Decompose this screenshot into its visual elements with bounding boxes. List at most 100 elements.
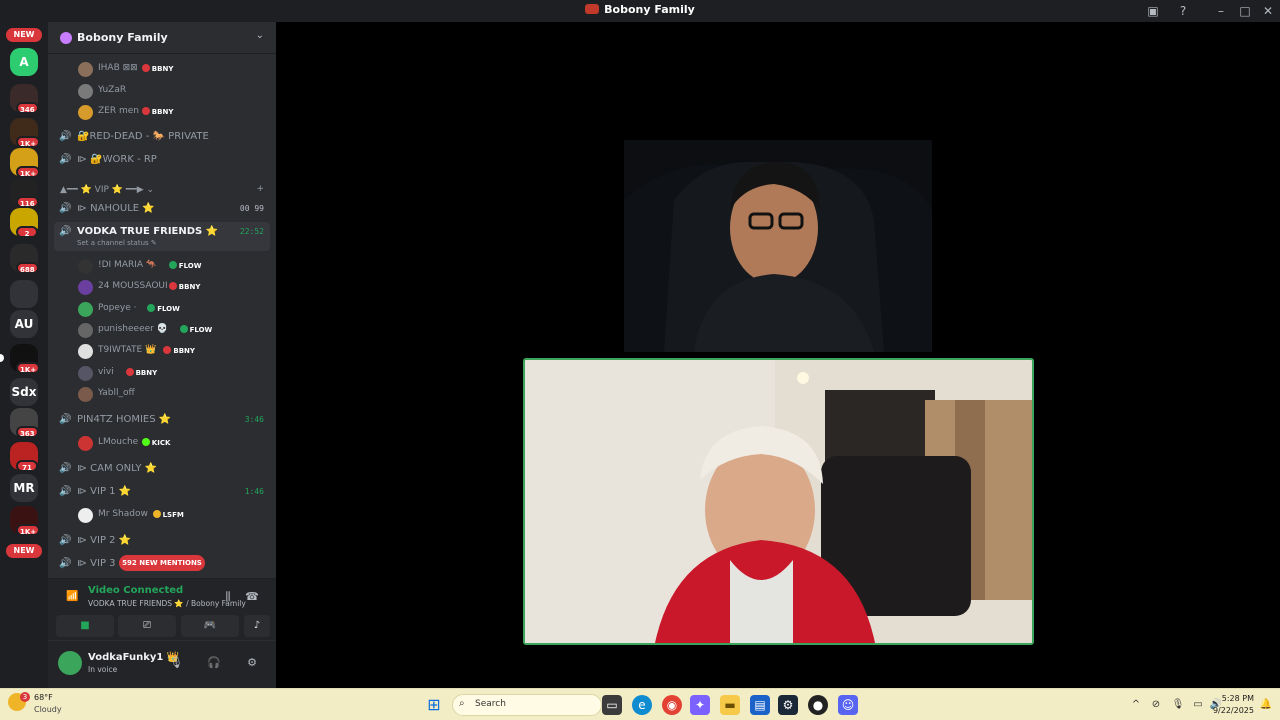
speaker-icon: 🔊 (59, 535, 72, 546)
screen-share-icon[interactable]: ▣ (1144, 2, 1162, 20)
settings-gear-icon[interactable]: ⚙ (244, 655, 260, 671)
channel-timer: 3:46 (244, 415, 264, 424)
voice-user[interactable]: LMouche KICK (48, 433, 276, 453)
speaker-icon: 🔊 (59, 414, 72, 425)
voice-user[interactable]: Yabll_off (48, 384, 276, 404)
voice-panel: 📶 Video Connected VODKA TRUE FRIENDS ⭐ /… (48, 578, 276, 640)
server-icon[interactable]: 688 (10, 244, 39, 274)
notification-bell-icon[interactable]: 🔔 (1256, 695, 1276, 715)
new-servers-pill[interactable]: NEW (6, 544, 42, 558)
voice-user[interactable]: punisheeeer 💀 FLOW (48, 320, 276, 340)
server-icon[interactable]: 1K+ (10, 148, 41, 178)
voice-channel[interactable]: 🔊 ⧐ VIP 2 ⭐ (48, 531, 276, 551)
server-icon[interactable]: Sdx (10, 378, 38, 406)
server-icon[interactable]: AU (10, 310, 38, 338)
voice-channel[interactable]: 🔊 🔐RED-DEAD - 🐎 PRIVATE (48, 127, 276, 147)
activity-button[interactable]: 🎮 (181, 615, 239, 637)
voice-user[interactable]: IHAB ⊠⊠ BBNY (48, 59, 276, 79)
voice-user[interactable]: vivi BBNY (48, 363, 276, 383)
voice-user[interactable]: Mr Shadow LSFM (48, 505, 276, 525)
server-icon[interactable]: 363 (10, 408, 39, 438)
tag-icon (152, 510, 161, 518)
voice-channel[interactable]: 🔊 ⧐ VIP 1 ⭐ 1:46 (48, 482, 276, 502)
title-bar: Bobony Family ▣ ? – □ ✕ (0, 0, 1280, 22)
clan-tag: FLOW (147, 303, 180, 313)
user-status: In voice (88, 665, 118, 674)
server-icon[interactable]: 116 (10, 178, 39, 208)
server-icon[interactable]: MR (10, 474, 38, 502)
help-icon[interactable]: ? (1174, 2, 1192, 20)
mic-icon[interactable]: 🎙 (168, 655, 184, 671)
task-view-icon[interactable]: ▭ (602, 695, 622, 715)
selected-pip (0, 354, 4, 362)
windows-start-icon[interactable]: ⊞ (424, 695, 444, 715)
discord-icon[interactable]: ☺ (838, 695, 858, 715)
chevron-up-icon[interactable]: ^ (1126, 695, 1146, 715)
server-icon[interactable]: 1K+ (10, 506, 41, 536)
close-button[interactable]: ✕ (1259, 2, 1277, 20)
voice-user[interactable]: 24 MOUSSAOUI BBNY (48, 277, 276, 297)
speaker-icon: 🔊 (59, 463, 72, 474)
minimize-button[interactable]: – (1212, 2, 1230, 20)
edge-icon[interactable]: e (632, 695, 652, 715)
voice-user[interactable]: ZER men BBNY (48, 102, 276, 122)
voice-channel[interactable]: 🔊 PIN4TZ HOMIES ⭐ 3:46 (48, 410, 276, 430)
clock[interactable]: 5:28 PM 9/22/2025 (1213, 693, 1254, 717)
voice-user[interactable]: T9IWTATE 👑 BBNY (48, 341, 276, 361)
server-icon[interactable]: 1K+ (0, 344, 41, 374)
voice-user-name: IHAB ⊠⊠ (98, 63, 138, 73)
voice-user[interactable]: Popeye · FLOW (48, 299, 276, 319)
username[interactable]: VodkaFunky1 👑 (88, 652, 179, 663)
voice-user-name: 24 MOUSSAOUI (98, 281, 168, 292)
voice-channel[interactable]: 🔊 ⧐ CAM ONLY ⭐ (48, 459, 276, 479)
chrome-icon[interactable]: ◉ (662, 695, 682, 715)
clan-tag-text: BBNY (135, 368, 158, 377)
mic-tray-icon[interactable]: 🎙 (1168, 695, 1188, 715)
guild-header[interactable]: Bobony Family ⌄ (48, 22, 276, 54)
voice-channel[interactable]: 🔊 ⧐ NAHOULE ⭐ 00 99 (48, 199, 276, 219)
file-explorer-icon[interactable]: ▬ (720, 695, 740, 715)
headphones-icon[interactable]: 🎧 (206, 655, 222, 671)
speaker-icon: 🔊 (59, 131, 72, 142)
copilot-icon[interactable]: ✦ (690, 695, 710, 715)
display-icon[interactable]: ▭ (1188, 695, 1208, 715)
disconnect-icon[interactable]: ☎ (244, 589, 260, 605)
add-channel-icon[interactable]: + (256, 184, 264, 194)
taskbar-search[interactable]: ⌕ Search (452, 694, 602, 716)
server-icon[interactable]: 346 (10, 84, 39, 114)
soundboard-button[interactable]: ♪ (244, 615, 270, 637)
new-servers-pill[interactable]: NEW (6, 28, 42, 42)
clan-tag-text: BBNY (178, 283, 201, 292)
server-icon[interactable]: 71 (10, 442, 38, 472)
server-icon[interactable] (10, 280, 38, 308)
voice-channel[interactable]: 🔊 ⧐ 🔐WORK - RP (48, 150, 276, 170)
app-icon[interactable]: ● (808, 695, 828, 715)
voice-user[interactable]: !DI MARIA 🦘 FLOW (48, 256, 276, 276)
clan-tag: FLOW (179, 324, 212, 334)
chevron-down-icon[interactable]: ⌄ (256, 30, 264, 41)
channel-name: ⧐ VIP 3 (77, 558, 116, 569)
voice-user-name: YuZaR (98, 84, 127, 95)
maximize-button[interactable]: □ (1236, 2, 1254, 20)
server-list: NEW A 346 1K+ 1K+ 116 2 688 AU 1K+ Sdx 363 71 MR 1K+ NE… (0, 22, 48, 688)
voice-user[interactable]: YuZaR (48, 81, 276, 101)
speaker-icon: 🔊 (59, 558, 72, 569)
new-mentions-pill[interactable]: 592 NEW MENTIONS (119, 555, 205, 571)
video-tile-bottom[interactable] (523, 358, 1034, 645)
server-icon[interactable]: 1K+ (10, 118, 41, 148)
channel-name: PIN4TZ HOMIES ⭐ (77, 414, 172, 425)
voice-channel[interactable]: 🔊 VODKA TRUE FRIENDS ⭐ 22:52 Set a channel … (54, 222, 270, 251)
server-icon[interactable]: 2 (10, 208, 38, 238)
network-icon[interactable]: ⊘ (1146, 695, 1166, 715)
avatar[interactable] (58, 651, 82, 675)
channel-status[interactable]: Set a channel status ✎ (77, 239, 157, 247)
unread-badge: 1K+ (16, 166, 41, 178)
store-icon[interactable]: ▤ (750, 695, 770, 715)
steam-icon[interactable]: ⚙ (778, 695, 798, 715)
noise-suppression-icon[interactable]: ⫼ (220, 589, 236, 605)
clan-tag-text: BBNY (151, 108, 174, 116)
video-tile-top[interactable] (624, 140, 932, 352)
camera-button[interactable]: ■ (56, 615, 114, 637)
screen-share-button[interactable]: ⎚ (118, 615, 176, 637)
server-icon[interactable]: A (10, 48, 38, 76)
